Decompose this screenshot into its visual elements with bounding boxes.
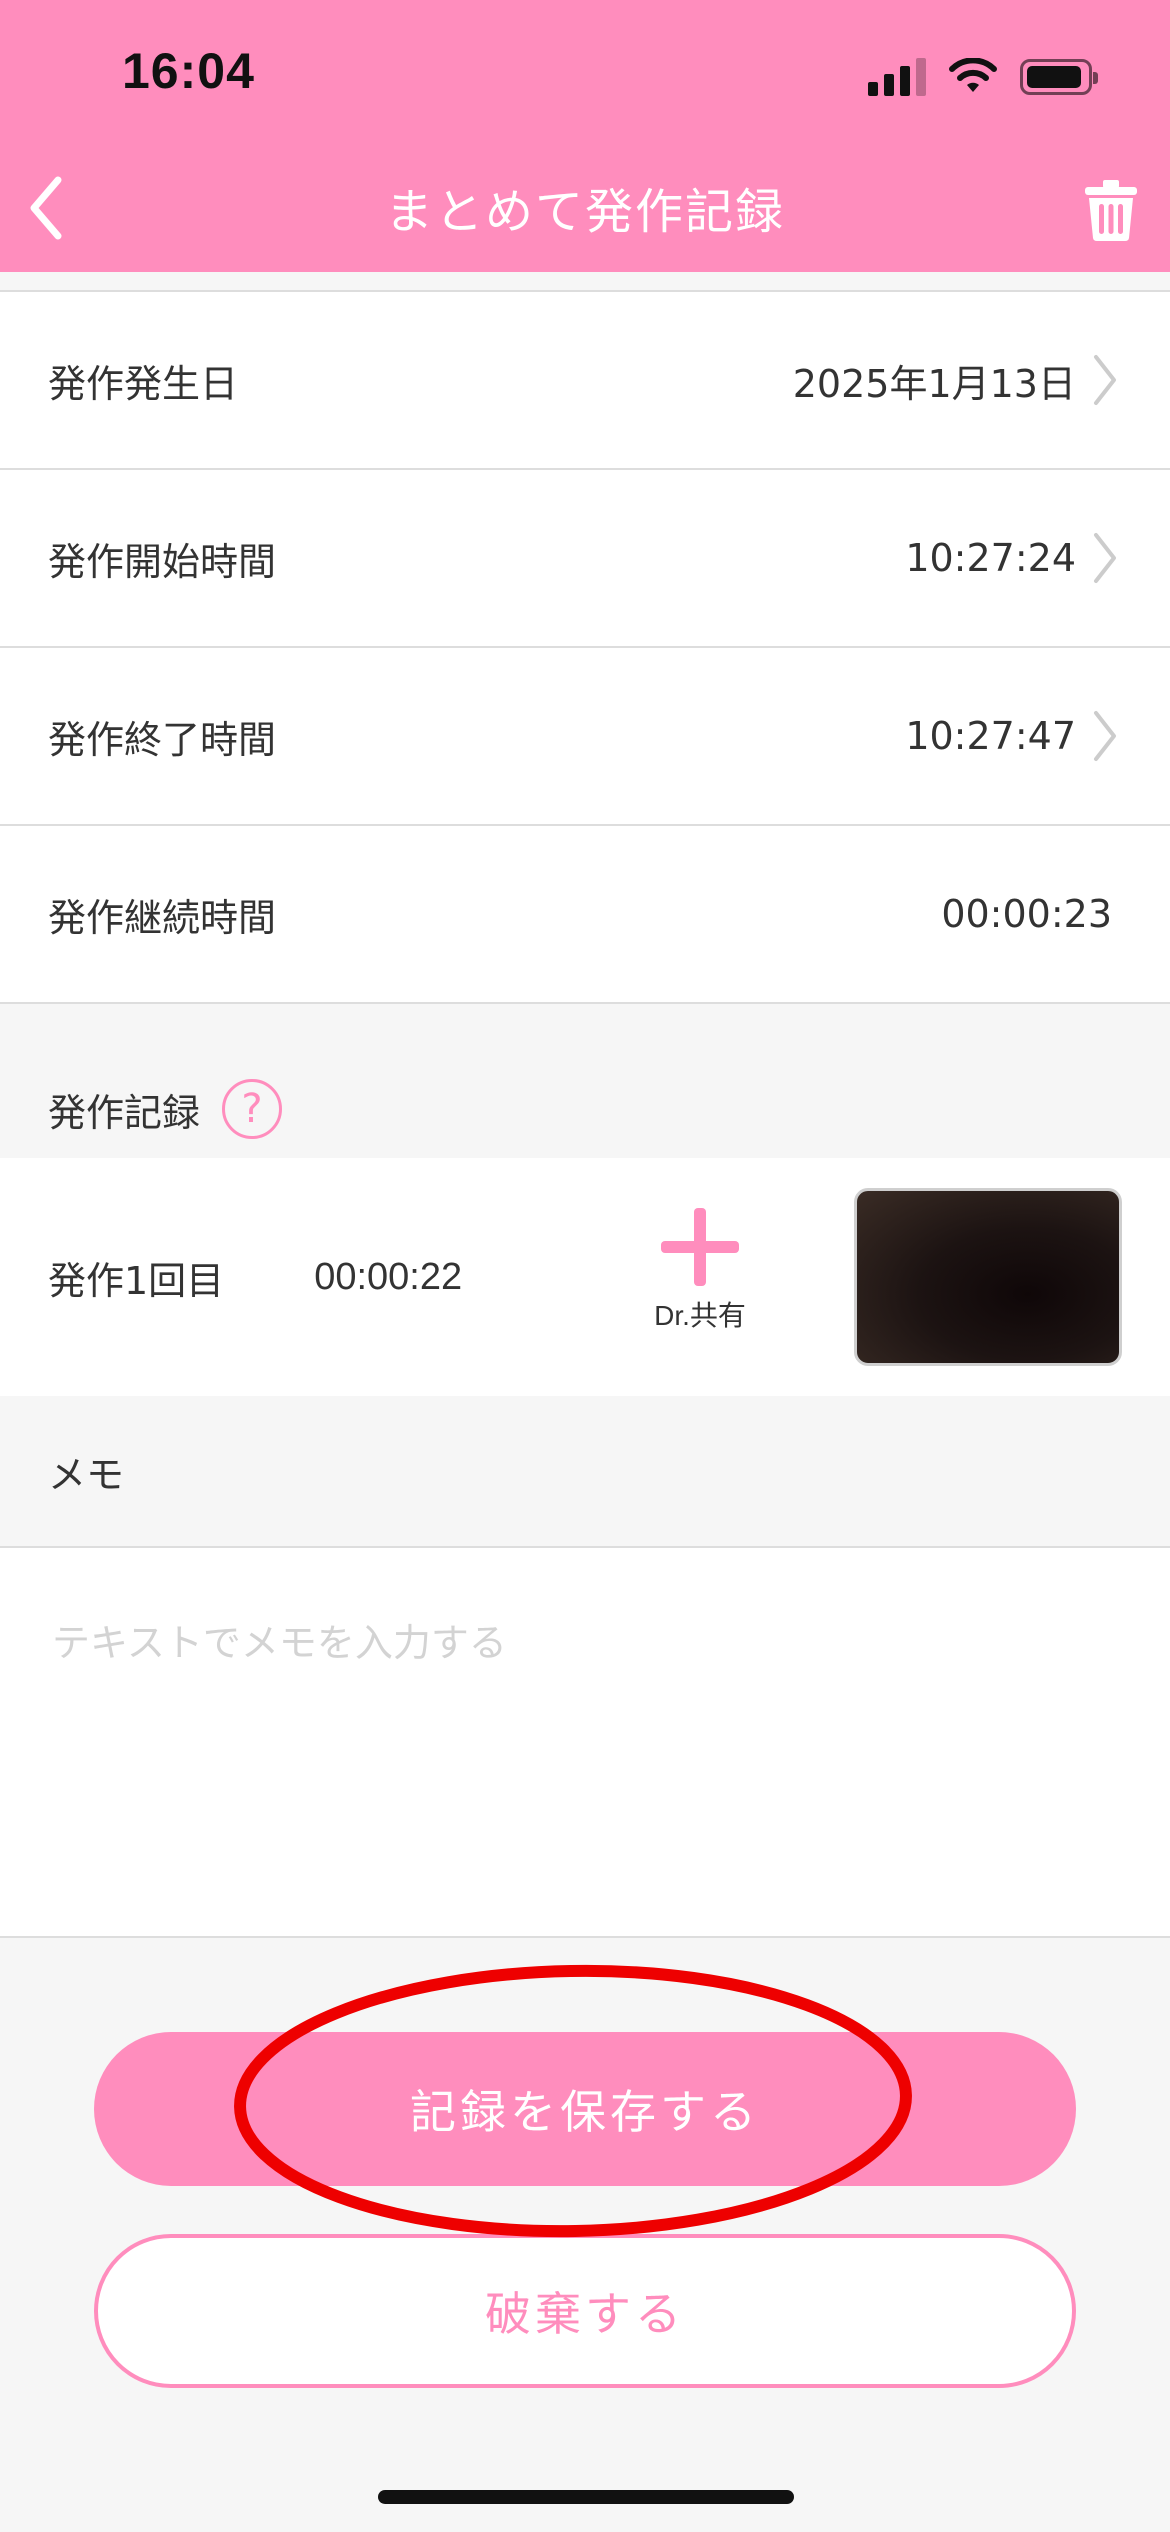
row-label: 発作終了時間 <box>48 717 277 762</box>
chevron-right-icon <box>1088 352 1122 408</box>
memo-area <box>0 1548 1170 1938</box>
memo-title: メモ <box>48 1452 125 1497</box>
row-value: 10:27:47 <box>905 714 1076 758</box>
delete-button[interactable] <box>1076 170 1146 250</box>
status-icons <box>868 52 1098 102</box>
trash-icon <box>1085 180 1137 241</box>
row-label: 発作発生日 <box>48 361 239 406</box>
row-value: 10:27:24 <box>905 536 1076 580</box>
seizure-detail-list: 発作発生日 2025年1月13日 発作開始時間 10:27:24 発作終了時間 … <box>0 290 1170 1004</box>
row-duration: 発作継続時間 00:00:23 <box>0 826 1170 1004</box>
home-indicator <box>378 2490 794 2504</box>
row-value: 2025年1月13日 <box>792 361 1076 406</box>
row-label: 発作継続時間 <box>48 895 277 940</box>
dr-share-label: Dr.共有 <box>654 1300 746 1331</box>
battery-icon <box>1020 59 1098 95</box>
page-title: まとめて発作記録 <box>384 184 785 240</box>
record-duration: 00:00:22 <box>314 1255 463 1298</box>
seizure-records-header: 発作記録 ? <box>0 1006 1170 1158</box>
seizure-record-item: 発作1回目 00:00:22 Dr.共有 <box>0 1158 1170 1396</box>
memo-header: メモ <box>0 1396 1170 1548</box>
row-seizure-date[interactable]: 発作発生日 2025年1月13日 <box>0 292 1170 470</box>
help-icon[interactable]: ? <box>222 1079 283 1139</box>
chevron-right-icon <box>1088 708 1122 764</box>
row-label: 発作開始時間 <box>48 539 277 584</box>
row-value: 00:00:23 <box>941 892 1112 936</box>
video-thumbnail[interactable] <box>854 1188 1122 1366</box>
cellular-signal-icon <box>868 58 926 96</box>
row-end-time[interactable]: 発作終了時間 10:27:47 <box>0 648 1170 826</box>
header: 16:04 まとめて発作記録 <box>0 0 1170 272</box>
screen: 16:04 まとめて発作記録 発作発生日 2025年1月13日 発作開始時間 1… <box>0 0 1170 2532</box>
record-count-label: 発作1回目 <box>48 1258 225 1303</box>
section-title: 発作記録 <box>48 1090 201 1135</box>
row-start-time[interactable]: 発作開始時間 10:27:24 <box>0 470 1170 648</box>
memo-input[interactable] <box>0 1548 1170 1936</box>
save-record-button[interactable]: 記録を保存する <box>94 2032 1076 2186</box>
chevron-right-icon <box>1088 530 1122 586</box>
plus-icon <box>661 1208 739 1286</box>
dr-share-button[interactable]: Dr.共有 <box>640 1208 760 1334</box>
discard-button[interactable]: 破棄する <box>94 2234 1076 2388</box>
wifi-icon <box>949 58 997 92</box>
status-time: 16:04 <box>122 43 255 99</box>
